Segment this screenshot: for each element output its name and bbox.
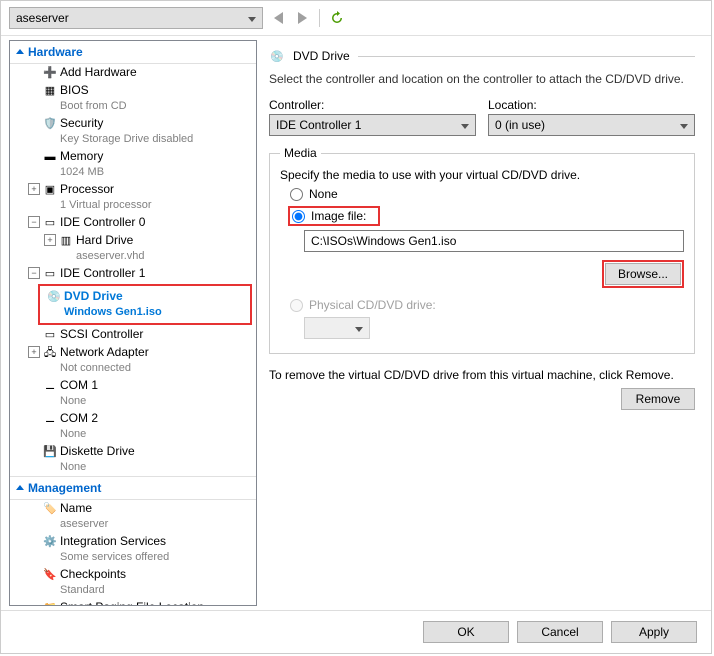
tree-network[interactable]: +🖧Network AdapterNot connected (10, 344, 256, 377)
hardware-header[interactable]: Hardware (10, 41, 256, 64)
cancel-button[interactable]: Cancel (517, 621, 603, 643)
radio-image-label: Image file: (311, 209, 366, 223)
folder-icon: 📁 (42, 600, 58, 606)
image-path-input[interactable] (304, 230, 684, 252)
cpu-icon: ▣ (42, 182, 58, 198)
browse-button[interactable]: Browse... (605, 263, 681, 285)
expand-icon[interactable]: + (28, 346, 40, 358)
radio-image-highlight: Image file: (288, 206, 380, 226)
port-icon: ⚊ (42, 411, 58, 427)
chip-icon: ▦ (42, 83, 58, 99)
back-button[interactable] (269, 9, 287, 27)
location-label: Location: (488, 98, 695, 112)
tree-diskette[interactable]: 💾Diskette DriveNone (10, 443, 256, 476)
media-desc: Specify the media to use with your virtu… (280, 168, 684, 182)
controller-select[interactable]: IDE Controller 1 (269, 114, 476, 136)
tree-paging[interactable]: 📁Smart Paging File LocationC:\ProgramDat… (10, 599, 256, 606)
chevron-up-icon (16, 484, 24, 492)
tree-processor[interactable]: +▣Processor1 Virtual processor (10, 181, 256, 214)
tree-dvd-highlight: 💿DVD DriveWindows Gen1.iso (38, 284, 252, 325)
controller-icon: ▭ (42, 327, 58, 343)
triangle-left-icon (274, 12, 283, 24)
chevron-down-icon (248, 11, 256, 25)
panel-title: DVD Drive (293, 49, 350, 63)
tree-ide0[interactable]: −▭IDE Controller 0 (10, 214, 256, 232)
chevron-down-icon (680, 118, 688, 132)
chevron-up-icon (16, 48, 24, 56)
media-group: Media Specify the media to use with your… (269, 146, 695, 354)
location-select[interactable]: 0 (in use) (488, 114, 695, 136)
vm-selector-value: aseserver (16, 11, 69, 25)
triangle-right-icon (298, 12, 307, 24)
tree-bios[interactable]: ▦BIOSBoot from CD (10, 82, 256, 115)
settings-tree[interactable]: Hardware ➕Add Hardware ▦BIOSBoot from CD… (9, 40, 257, 606)
collapse-icon[interactable]: − (28, 267, 40, 279)
chevron-down-icon (461, 118, 469, 132)
apply-button[interactable]: Apply (611, 621, 697, 643)
network-icon: 🖧 (42, 345, 58, 361)
tree-hard-drive[interactable]: +▥Hard Driveaseserver.vhd (10, 232, 256, 265)
management-header[interactable]: Management (10, 476, 256, 500)
physical-drive-select (304, 317, 370, 339)
collapse-icon[interactable]: − (28, 216, 40, 228)
browse-highlight: Browse... (602, 260, 684, 288)
media-legend: Media (280, 146, 321, 160)
controller-icon: ▭ (42, 215, 58, 231)
chevron-down-icon (355, 321, 363, 335)
dvd-icon: 💿 (46, 289, 62, 305)
remove-button[interactable]: Remove (621, 388, 695, 410)
forward-button[interactable] (293, 9, 311, 27)
diskette-icon: 💾 (42, 444, 58, 460)
add-hardware-icon: ➕ (42, 65, 58, 81)
hard-drive-icon: ▥ (58, 233, 74, 249)
tree-memory[interactable]: ▬Memory1024 MB (10, 148, 256, 181)
controller-icon: ▭ (42, 266, 58, 282)
vm-selector-dropdown[interactable]: aseserver (9, 7, 263, 29)
panel-desc: Select the controller and location on th… (269, 72, 695, 86)
tree-security[interactable]: 🛡️SecurityKey Storage Drive disabled (10, 115, 256, 148)
radio-image[interactable] (292, 210, 305, 223)
tree-checkpoints[interactable]: 🔖CheckpointsStandard (10, 566, 256, 599)
dvd-icon: 💿 (269, 48, 285, 64)
tree-name[interactable]: 🏷️Nameaseserver (10, 500, 256, 533)
refresh-button[interactable] (328, 9, 346, 27)
tree-com2[interactable]: ⚊COM 2None (10, 410, 256, 443)
tag-icon: 🏷️ (42, 501, 58, 517)
remove-desc: To remove the virtual CD/DVD drive from … (269, 368, 695, 382)
memory-icon: ▬ (42, 149, 58, 165)
ok-button[interactable]: OK (423, 621, 509, 643)
tree-add-hardware[interactable]: ➕Add Hardware (10, 64, 256, 82)
controller-label: Controller: (269, 98, 476, 112)
tree-ide1[interactable]: −▭IDE Controller 1 (10, 265, 256, 283)
refresh-icon (330, 11, 344, 25)
radio-none-label: None (309, 187, 338, 201)
radio-physical-label: Physical CD/DVD drive: (309, 298, 436, 312)
tree-integration[interactable]: ⚙️Integration ServicesSome services offe… (10, 533, 256, 566)
tree-scsi[interactable]: ▭SCSI Controller (10, 326, 256, 344)
radio-physical (290, 299, 303, 312)
tree-com1[interactable]: ⚊COM 1None (10, 377, 256, 410)
port-icon: ⚊ (42, 378, 58, 394)
expand-icon[interactable]: + (44, 234, 56, 246)
services-icon: ⚙️ (42, 534, 58, 550)
radio-none[interactable] (290, 188, 303, 201)
shield-icon: 🛡️ (42, 116, 58, 132)
checkpoint-icon: 🔖 (42, 567, 58, 583)
tree-dvd-drive[interactable]: 💿DVD DriveWindows Gen1.iso (44, 288, 246, 321)
expand-icon[interactable]: + (28, 183, 40, 195)
